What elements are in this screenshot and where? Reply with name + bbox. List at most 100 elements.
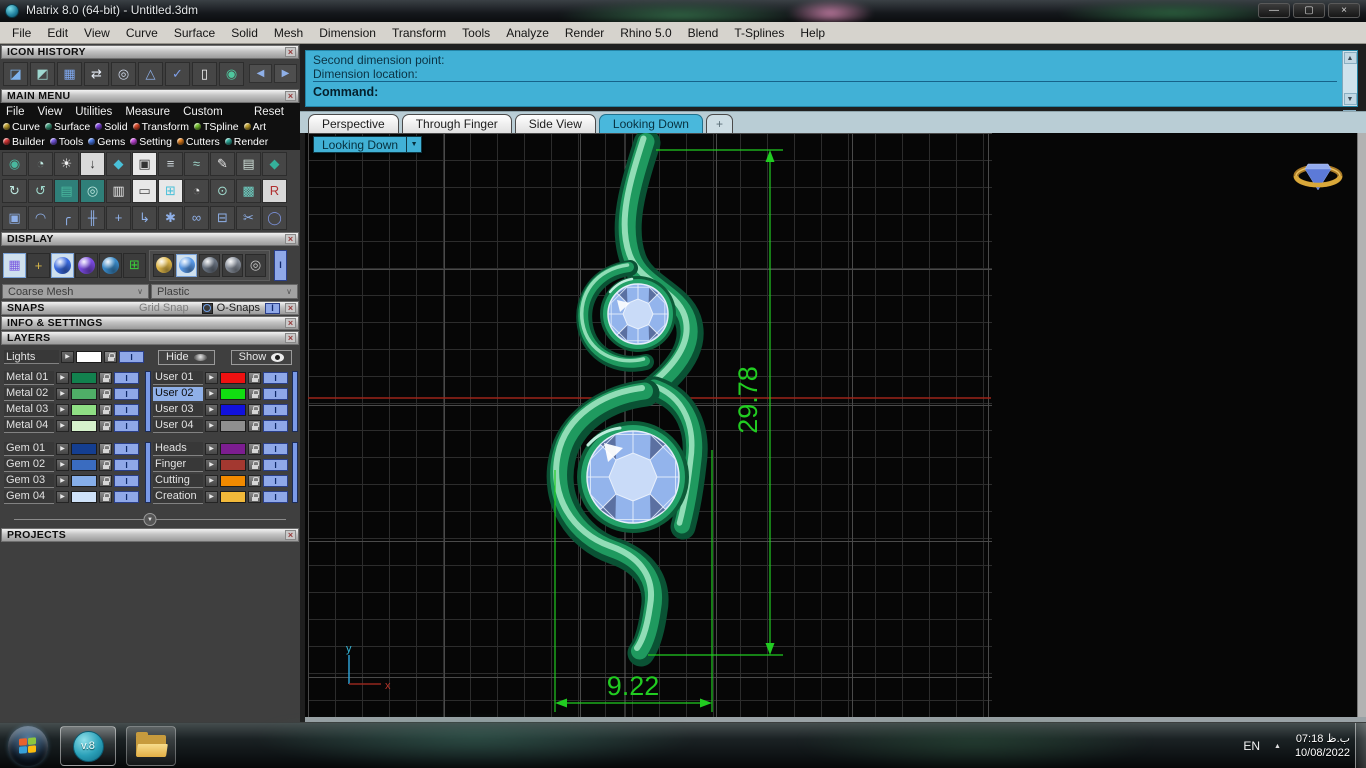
start-button[interactable]: [8, 726, 48, 766]
main-menu-item[interactable]: Utilities: [75, 106, 125, 118]
layer-lock-icon[interactable]: [248, 442, 261, 455]
layer-lock-icon[interactable]: [99, 371, 112, 384]
layer-color-swatch[interactable]: [71, 387, 97, 400]
show-desktop-button[interactable]: [1355, 723, 1366, 768]
layer-expand-button[interactable]: [56, 419, 69, 432]
layer-lock-icon[interactable]: [248, 490, 261, 503]
rail-sweep-icon[interactable]: ≡: [158, 151, 183, 176]
tray-expand-icon[interactable]: ▲: [1274, 743, 1281, 750]
layer-expand-button[interactable]: [56, 371, 69, 384]
layer-expand-button[interactable]: [205, 442, 218, 455]
stack-copies-icon[interactable]: ▥: [106, 178, 131, 203]
lighting-icon[interactable]: ☀: [54, 151, 79, 176]
hand-sculpt-icon[interactable]: ≈: [184, 151, 209, 176]
display-info-toggle[interactable]: [274, 249, 287, 281]
layer-color-swatch[interactable]: [71, 403, 97, 416]
layer-metal-03[interactable]: Metal 03: [4, 402, 54, 417]
layer-expand-button[interactable]: [205, 371, 218, 384]
scroll-down-icon[interactable]: ▼: [1343, 93, 1357, 105]
layer-user-04[interactable]: User 04: [153, 418, 203, 433]
layer-lock-icon[interactable]: [99, 490, 112, 503]
layer-gem-03[interactable]: Gem 03: [4, 473, 54, 488]
move-icon[interactable]: +: [106, 205, 131, 230]
scroll-up-icon[interactable]: ▲: [1343, 52, 1357, 64]
hide-button[interactable]: Hide: [158, 349, 215, 365]
layer-lock-icon[interactable]: [248, 403, 261, 416]
main-menu-builder[interactable]: Builder: [3, 136, 45, 148]
layer-lock-icon[interactable]: [99, 474, 112, 487]
matte-material-icon[interactable]: [222, 253, 243, 277]
pendant-model[interactable]: [546, 133, 708, 667]
layer-lock-icon[interactable]: [248, 419, 261, 432]
image-icon[interactable]: ▤: [236, 151, 261, 176]
taskbar-matrix-app-button[interactable]: v.8: [60, 726, 116, 766]
icon-history-header[interactable]: ICON HISTORY ×: [1, 45, 299, 59]
close-icon[interactable]: ×: [285, 333, 296, 343]
menu-item[interactable]: Help: [792, 26, 833, 40]
layer-user-01[interactable]: User 01: [153, 370, 203, 385]
menu-item[interactable]: Mesh: [266, 26, 311, 40]
layer-gem-04[interactable]: Gem 04: [4, 489, 54, 504]
minimize-button[interactable]: —: [1258, 3, 1290, 18]
layer-color-swatch[interactable]: [220, 387, 246, 400]
layer-visibility-toggle[interactable]: [263, 474, 288, 487]
command-prompt[interactable]: Command:: [313, 85, 1337, 99]
history-panel-icon[interactable]: ▤: [54, 178, 79, 203]
save-icon[interactable]: R: [262, 178, 287, 203]
command-panel[interactable]: Second dimension point: Dimension locatio…: [305, 50, 1358, 107]
plastic-material-icon[interactable]: [176, 253, 197, 277]
viewport-title-dropdown[interactable]: Looking Down ▼: [313, 136, 423, 153]
quad-gem-icon[interactable]: ⊞: [158, 178, 183, 203]
layer-lock-icon[interactable]: [248, 474, 261, 487]
menu-item[interactable]: Curve: [118, 26, 166, 40]
layers-header[interactable]: LAYERS ×: [1, 331, 299, 345]
collapse-icon[interactable]: ▼: [143, 513, 157, 526]
layer-gem-01[interactable]: Gem 01: [4, 441, 54, 456]
layer-visibility-toggle[interactable]: [119, 351, 144, 363]
artistic-mode-icon[interactable]: [99, 252, 122, 278]
layer-metal-01[interactable]: Metal 01: [4, 370, 54, 385]
viewport-canvas[interactable]: 29.78 9.22 y x Looking Down ▼: [305, 133, 1366, 717]
main-menu-gems[interactable]: Gems: [88, 136, 125, 148]
command-scrollbar[interactable]: ▲ ▼: [1342, 51, 1357, 106]
reset-button[interactable]: Reset: [254, 106, 284, 118]
layer-finger[interactable]: Finger: [153, 457, 203, 472]
layer-expand-button[interactable]: [205, 387, 218, 400]
layer-lock-icon[interactable]: [99, 419, 112, 432]
layer-visibility-toggle[interactable]: [263, 403, 288, 416]
projects-header[interactable]: PROJECTS ×: [1, 528, 299, 542]
extrude-surface-icon[interactable]: ↓: [80, 151, 105, 176]
gold-material-icon[interactable]: [153, 253, 174, 277]
osnaps-checkbox[interactable]: [201, 302, 213, 314]
layer-color-swatch[interactable]: [71, 474, 97, 487]
gem-round-icon[interactable]: ◎: [111, 61, 136, 86]
main-menu-render[interactable]: Render: [224, 136, 268, 148]
layer-visibility-toggle[interactable]: [114, 403, 139, 416]
scale-2d-icon[interactable]: ⇄: [84, 61, 109, 86]
wire-material-icon[interactable]: ◎: [245, 253, 266, 277]
check-icon[interactable]: ✓: [165, 61, 190, 86]
layer-visibility-toggle[interactable]: [263, 419, 288, 432]
layer-visibility-toggle[interactable]: [114, 419, 139, 432]
corner-curve-icon[interactable]: ╭: [54, 205, 79, 230]
layer-lock-icon[interactable]: [99, 442, 112, 455]
osnaps-label[interactable]: O-Snaps: [217, 302, 260, 314]
menu-item[interactable]: Solid: [223, 26, 266, 40]
layer-lock-icon[interactable]: [99, 403, 112, 416]
layer-expand-button[interactable]: [205, 419, 218, 432]
main-menu-solid[interactable]: Solid: [95, 121, 128, 133]
layer-lock-icon[interactable]: [99, 458, 112, 471]
paint-icon[interactable]: ✎: [210, 151, 235, 176]
tab-perspective[interactable]: Perspective: [308, 114, 399, 133]
layer-expand-button[interactable]: [56, 490, 69, 503]
chip-icon[interactable]: ▣: [132, 151, 157, 176]
torus-icon[interactable]: ◯: [262, 205, 287, 230]
menu-item[interactable]: Blend: [680, 26, 727, 40]
layer-color-swatch[interactable]: [71, 442, 97, 455]
mesh-quality-dropdown[interactable]: Coarse Mesh ∨: [2, 284, 149, 299]
language-indicator[interactable]: EN: [1243, 739, 1260, 753]
layer-expand-button[interactable]: [205, 490, 218, 503]
halo-ring-icon[interactable]: ◎: [80, 178, 105, 203]
history-forward-icon[interactable]: ▶: [274, 64, 297, 83]
menu-item[interactable]: T-Splines: [726, 26, 792, 40]
